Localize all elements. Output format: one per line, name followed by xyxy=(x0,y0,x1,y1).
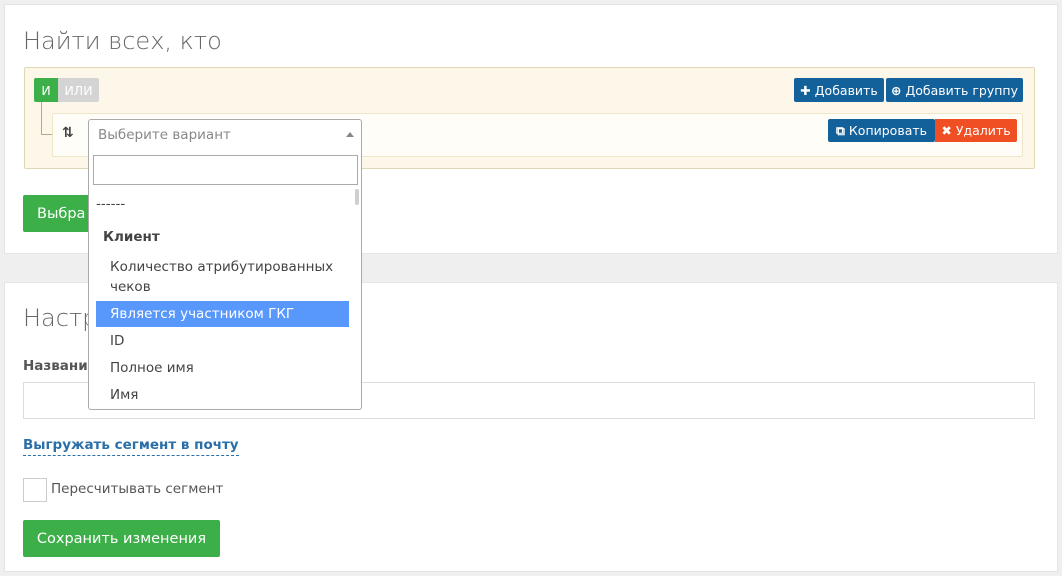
plus-circle-icon: ⊕ xyxy=(890,82,902,98)
dropdown-option[interactable]: Количество атрибутированных чеков xyxy=(96,257,349,297)
caret-up-icon xyxy=(346,132,354,137)
dropdown-group-label: Клиент xyxy=(103,229,160,245)
recalc-label: Пересчитывать сегмент xyxy=(51,481,224,497)
delete-rule-label: Удалить xyxy=(955,123,1011,138)
settings-title: Настр xyxy=(23,304,98,332)
recalc-checkbox[interactable] xyxy=(23,478,47,502)
and-button[interactable]: И xyxy=(34,78,58,102)
rule-field-select[interactable]: Выберите вариант xyxy=(88,119,362,150)
dropdown-option[interactable]: ID xyxy=(96,331,349,351)
add-group-label: Добавить группу xyxy=(905,82,1019,98)
dropdown-option-highlighted[interactable]: Является участником ГКГ xyxy=(96,301,349,327)
add-rule-label: Добавить xyxy=(814,82,878,98)
select-button[interactable]: Выбра xyxy=(23,195,93,232)
close-icon: ✖ xyxy=(941,123,952,138)
select-placeholder: Выберите вариант xyxy=(98,127,231,143)
export-to-mail-link[interactable]: Выгружать сегмент в почту xyxy=(23,437,239,456)
copy-icon: ⧉ xyxy=(835,122,845,138)
name-label: Названи xyxy=(23,358,88,374)
dropdown-option[interactable]: Полное имя xyxy=(96,358,349,378)
or-button[interactable]: ИЛИ xyxy=(58,78,99,102)
copy-rule-button[interactable]: ⧉ Копировать xyxy=(828,119,935,142)
dropdown-scrollbar[interactable] xyxy=(355,189,359,205)
filter-title: Найти всех, кто xyxy=(23,27,222,55)
delete-rule-button[interactable]: ✖ Удалить xyxy=(935,119,1017,142)
add-group-button[interactable]: ⊕ Добавить группу xyxy=(886,78,1023,102)
add-rule-button[interactable]: ✚ Добавить xyxy=(794,78,884,102)
dropdown-search-input[interactable] xyxy=(93,155,358,185)
plus-icon: ✚ xyxy=(800,82,811,98)
copy-rule-label: Копировать xyxy=(848,123,927,138)
dropdown-separator[interactable]: ------ xyxy=(96,194,349,214)
save-button[interactable]: Сохранить изменения xyxy=(23,520,220,557)
select-dropdown: ------ Клиент Количество атрибутированны… xyxy=(88,149,362,410)
sort-handle-icon[interactable]: ⇅ xyxy=(62,125,74,141)
dropdown-option[interactable]: Имя xyxy=(96,385,349,405)
